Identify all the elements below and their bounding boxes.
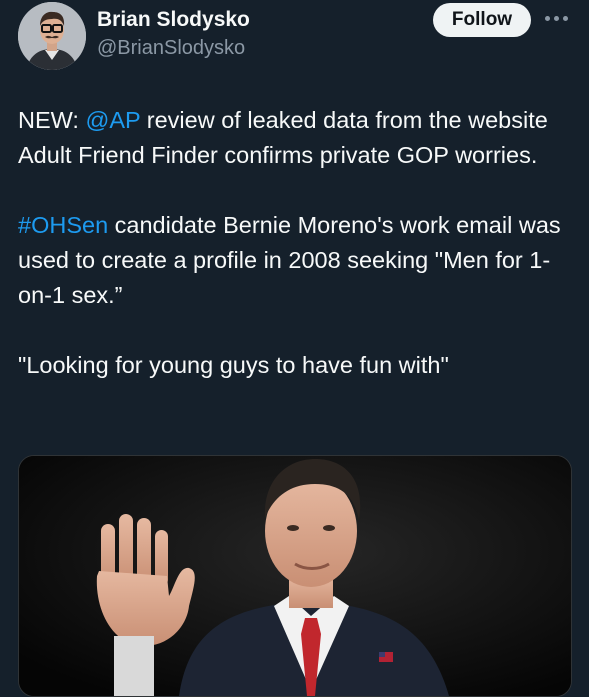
avatar-image [18,2,86,70]
tweet-text: NEW: @AP review of leaked data from the … [18,103,578,383]
tweet-paragraph-2: #OHSen candidate Bernie Moreno's work em… [18,208,578,313]
tweet-paragraph-3: "Looking for young guys to have fun with… [18,352,449,378]
mention-link[interactable]: @AP [85,107,140,133]
author-handle[interactable]: @BrianSlodysko [97,37,245,60]
hashtag-link[interactable]: #OHSen [18,212,108,238]
photo [19,456,571,696]
tweet-media-image[interactable] [18,455,572,697]
tweet-prefix: NEW: [18,107,86,133]
more-options-icon[interactable] [540,8,572,28]
author-name[interactable]: Brian Slodysko [97,8,250,32]
follow-button[interactable]: Follow [433,3,531,37]
avatar[interactable] [18,2,86,70]
tweet-paragraph-1: NEW: @AP review of leaked data from the … [18,103,578,173]
